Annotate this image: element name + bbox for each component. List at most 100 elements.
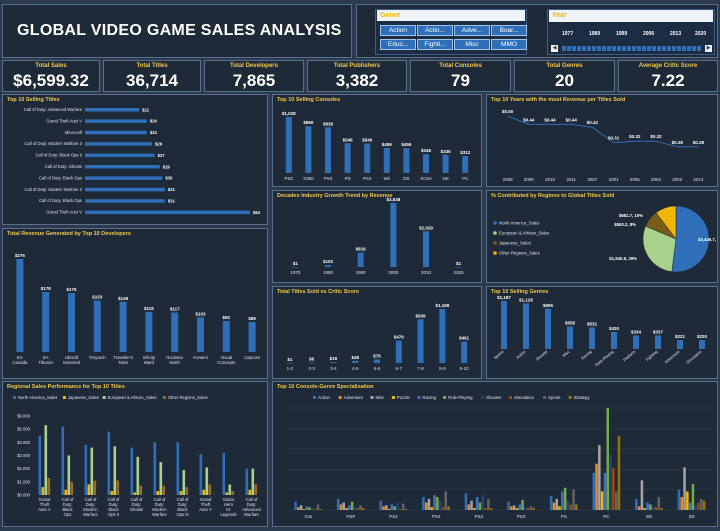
- genre-button-misc[interactable]: Misc: [454, 39, 490, 50]
- timeline-range-bar[interactable]: [562, 46, 702, 51]
- data-label: $153: [92, 294, 103, 299]
- bar: [481, 495, 484, 510]
- legend-marker: [493, 221, 497, 225]
- genre-button-board[interactable]: Boar...: [491, 25, 527, 36]
- category-label: Legends: [220, 512, 236, 517]
- data-label: $48: [351, 355, 359, 360]
- bar: [41, 487, 45, 495]
- chart-critic: $1 1-2 $6 2-3 $19 3-4 $48 4-5 $76 5-6 $479 6-7 $939 7…: [287, 303, 470, 371]
- genre-slicer-title: Genre: [377, 10, 525, 21]
- bar: [399, 509, 402, 510]
- data-label: $337: [653, 329, 664, 334]
- bar: [575, 504, 578, 510]
- bar: [248, 322, 256, 352]
- data-label: $0.50: [502, 109, 514, 114]
- bar: [436, 497, 439, 510]
- bar: [401, 503, 405, 510]
- bar: [382, 506, 385, 510]
- category-label: 2010: [545, 177, 556, 182]
- bar: [85, 187, 165, 192]
- data-label: $455: [401, 142, 412, 147]
- bar: [357, 252, 364, 267]
- genre-button-education[interactable]: Educ...: [380, 39, 416, 50]
- bar: [521, 499, 524, 510]
- genre-button-fighting[interactable]: Fighti...: [417, 39, 453, 50]
- bar: [390, 504, 394, 510]
- bar: [350, 501, 354, 510]
- category-label: PS4: [363, 176, 372, 181]
- bar: [222, 321, 230, 352]
- legend-label: Racing: [423, 395, 437, 400]
- panel-regional: Regional Sales Performance for Top 10 Ti…: [2, 381, 268, 527]
- category-label: Racing: [580, 349, 593, 361]
- bar: [646, 502, 649, 510]
- panel-top-titles: Top 10 Selling Titles Call of Duty: Adva…: [2, 94, 268, 225]
- timeline-scroll-left[interactable]: ◀: [551, 45, 558, 52]
- bar: [423, 154, 429, 173]
- bar: [487, 498, 490, 510]
- bar: [222, 452, 226, 495]
- bar: [489, 508, 493, 510]
- bar: [348, 505, 351, 510]
- bar: [555, 498, 558, 510]
- category-label: Action: [515, 349, 527, 360]
- panel-decades: Decades Industry Growth Trend by Revenue…: [272, 190, 482, 283]
- genre-button-action-adventure[interactable]: Actio...: [417, 25, 453, 36]
- bar: [299, 505, 303, 510]
- category-label: Wii: [384, 176, 390, 181]
- timeline-scroll-right[interactable]: ▶: [705, 45, 712, 52]
- genre-button-adventure[interactable]: Adve...: [454, 25, 490, 36]
- bar: [589, 327, 595, 349]
- timeline-year: 2020: [695, 31, 707, 37]
- bar: [702, 500, 706, 510]
- panel-critic: Total Titles Sold vs Critic Score $1 1-2 $…: [272, 286, 482, 379]
- data-label: $816: [356, 247, 367, 252]
- bar: [526, 508, 530, 510]
- bar: [208, 484, 212, 495]
- bar: [319, 509, 322, 510]
- bar: [136, 456, 140, 495]
- data-label: $1: [456, 261, 462, 266]
- category-label: Canada: [12, 360, 28, 365]
- kpi-value: 7,865: [232, 71, 276, 90]
- category-label: 1980: [323, 270, 334, 275]
- category-label: Minecraft: [65, 130, 83, 135]
- category-label: Role-Playing: [594, 349, 615, 367]
- panel-developers: Total Revenue Generated by Top 10 Develo…: [2, 228, 268, 379]
- bar: [93, 300, 101, 352]
- category-label: 7-8: [417, 366, 424, 371]
- bar: [609, 454, 612, 510]
- bar: [110, 491, 114, 495]
- category-label: 1990: [356, 270, 367, 275]
- category-label: 8-9: [439, 366, 446, 371]
- bar: [697, 502, 700, 510]
- bar: [313, 509, 317, 510]
- bar: [297, 507, 300, 510]
- genre-button-action[interactable]: Action: [380, 25, 416, 36]
- legend-label: Other Regions_Sales: [499, 251, 540, 256]
- legend-label: Strategy: [574, 395, 591, 400]
- tick-label: $0.000: [17, 493, 30, 498]
- data-label: $532: [587, 321, 598, 326]
- data-label: $29: [163, 164, 171, 169]
- data-label: $149: [118, 296, 129, 301]
- data-label: $24: [150, 130, 158, 135]
- data-label: $3,638: [386, 197, 400, 202]
- bar: [558, 506, 561, 510]
- genre-button-mmo[interactable]: MMO: [491, 39, 527, 50]
- bar: [484, 508, 487, 510]
- category-label: XOne: [420, 176, 432, 181]
- bar: [633, 335, 639, 349]
- category-label: Misc: [561, 349, 571, 358]
- category-label: Auto V: [38, 507, 51, 512]
- kpi-label: Total Publishers: [333, 63, 381, 69]
- legend-marker: [162, 396, 166, 399]
- bar: [387, 509, 391, 510]
- category-label: PC: [603, 514, 610, 519]
- kpi-total-consoles: Total Consoles 79: [410, 60, 511, 92]
- data-label: $681.7, 10%: [619, 213, 643, 218]
- legend-label: Role-Playing: [448, 395, 473, 400]
- timeline-year: 2006: [643, 31, 655, 37]
- panel-console-genre: Top 10 Console-Genre Specialization Acti…: [272, 381, 718, 527]
- bar: [364, 143, 371, 173]
